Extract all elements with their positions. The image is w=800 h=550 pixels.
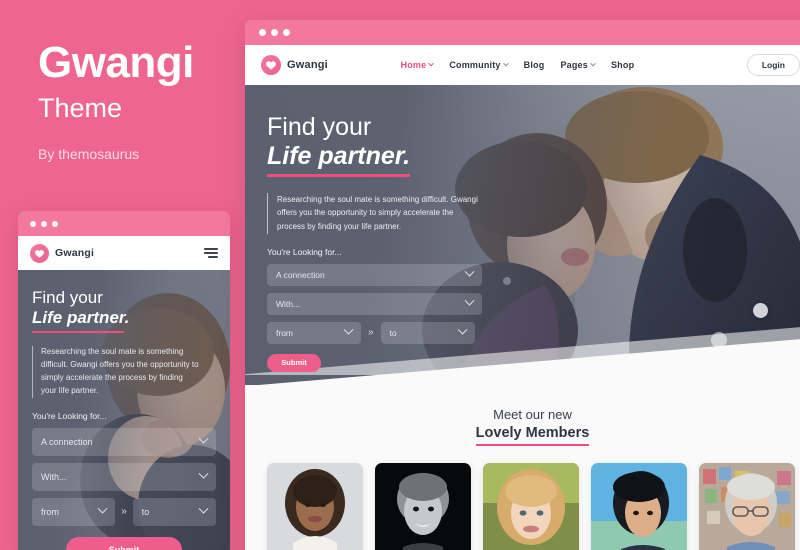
- member-card[interactable]: [699, 463, 795, 550]
- hero-title-line2: Life partner.: [32, 308, 130, 328]
- member-card[interactable]: [483, 463, 579, 550]
- nav-item-pages[interactable]: Pages: [560, 60, 596, 70]
- desktop-navbar: Gwangi Home Community Blog Pages Shop Lo…: [245, 45, 800, 85]
- mobile-logo-text: Gwangi: [55, 247, 95, 259]
- promo-subtitle: Theme: [38, 93, 123, 124]
- nav-item-shop[interactable]: Shop: [611, 60, 634, 70]
- member-photo: [483, 463, 579, 550]
- member-photo: [591, 463, 687, 550]
- mobile-hero-content: Find your Life partner. Researching the …: [18, 270, 230, 550]
- connection-select[interactable]: A connection: [267, 263, 482, 286]
- nav-item-community-label: Community: [449, 60, 501, 70]
- desktop-hero-content: Find your Life partner. Researching the …: [245, 85, 800, 372]
- hero-form-label: You're Looking for...: [267, 246, 342, 257]
- members-heading: Meet our new Lovely Members: [245, 385, 800, 446]
- desktop-preview-window: Gwangi Home Community Blog Pages Shop Lo…: [245, 20, 800, 550]
- nav-item-blog-label: Blog: [523, 60, 545, 70]
- connection-select-value: A connection: [41, 436, 93, 447]
- hero-paragraph: Researching the soul mate is something d…: [267, 192, 482, 234]
- desktop-logo-text: Gwangi: [287, 59, 328, 71]
- member-card[interactable]: [591, 463, 687, 550]
- login-button[interactable]: Login: [746, 54, 800, 76]
- age-to-value: to: [389, 327, 397, 338]
- chevron-down-icon: [198, 469, 209, 480]
- range-separator-icon: »: [368, 327, 374, 339]
- nav-item-community[interactable]: Community: [449, 60, 509, 70]
- with-select-value: With...: [41, 471, 67, 482]
- mobile-preview-window: Gwangi Find your Life partner. Researchi…: [18, 211, 230, 550]
- desktop-hero: Find your Life partner. Researching the …: [245, 85, 800, 385]
- with-select[interactable]: With...: [267, 292, 482, 315]
- nav-item-home-label: Home: [400, 60, 427, 70]
- chevron-down-icon: [198, 434, 209, 445]
- nav-item-blog[interactable]: Blog: [524, 60, 545, 70]
- page-title: Gwangi: [38, 38, 194, 87]
- main-nav: Home Community Blog Pages Shop: [401, 60, 635, 70]
- hero-paragraph: Researching the soul mate is something d…: [32, 346, 200, 398]
- chevron-down-icon: [198, 504, 209, 515]
- heart-icon: [30, 243, 49, 263]
- member-card[interactable]: [267, 463, 363, 550]
- screenshot-stage: Gwangi Theme By themosaurus Gwangi Find …: [0, 0, 800, 550]
- age-from-value: from: [276, 327, 293, 338]
- chevron-down-icon: [457, 324, 468, 335]
- age-from-value: from: [41, 506, 59, 517]
- member-photo: [699, 463, 795, 550]
- chevron-down-icon: [590, 60, 596, 67]
- heart-icon: [261, 55, 281, 75]
- hero-title-line1: Find your: [32, 288, 103, 307]
- window-dot-maximize[interactable]: [52, 220, 58, 227]
- age-from-select[interactable]: from: [267, 321, 361, 344]
- mobile-titlebar: [18, 211, 230, 236]
- desktop-titlebar: [245, 20, 800, 45]
- promo-byline: By themosaurus: [38, 145, 140, 162]
- submit-button[interactable]: Submit: [267, 353, 321, 372]
- with-select-value: With...: [276, 298, 301, 309]
- hero-form-label: You're Looking for...: [32, 410, 107, 421]
- chevron-down-icon: [343, 324, 354, 335]
- members-heading-line2: Lovely Members: [475, 425, 590, 446]
- window-dot-close[interactable]: [259, 29, 266, 36]
- hero-title-line1: Find your: [267, 113, 372, 141]
- hero-title-underline: [32, 331, 124, 334]
- age-range-row: from » to: [267, 321, 800, 344]
- members-heading-line1: Meet our new: [493, 407, 572, 422]
- connection-select-value: A connection: [276, 269, 325, 280]
- promo-block: Gwangi Theme By themosaurus: [38, 38, 248, 162]
- range-separator-icon: »: [121, 506, 127, 518]
- hamburger-icon[interactable]: [204, 248, 218, 258]
- mobile-hero: Find your Life partner. Researching the …: [18, 270, 230, 550]
- age-range-row: from » to: [32, 497, 216, 526]
- hero-title-underline: [267, 174, 410, 177]
- chevron-down-icon: [428, 60, 435, 67]
- nav-item-home[interactable]: Home: [400, 60, 435, 70]
- chevron-down-icon: [502, 60, 509, 67]
- chevron-down-icon: [464, 295, 475, 306]
- window-dot-close[interactable]: [30, 220, 36, 227]
- with-select[interactable]: With...: [32, 462, 216, 491]
- member-card[interactable]: [375, 463, 471, 550]
- members-card-list: [245, 446, 800, 550]
- mobile-navbar: Gwangi: [18, 236, 230, 270]
- member-photo: [375, 463, 471, 550]
- window-dot-minimize[interactable]: [271, 29, 278, 36]
- mobile-logo[interactable]: Gwangi: [30, 243, 95, 263]
- connection-select[interactable]: A connection: [32, 427, 216, 456]
- age-from-select[interactable]: from: [32, 497, 116, 526]
- chevron-down-icon: [464, 266, 475, 277]
- age-to-value: to: [141, 506, 150, 517]
- desktop-logo[interactable]: Gwangi: [261, 55, 328, 75]
- nav-item-pages-label: Pages: [560, 60, 588, 70]
- member-photo: [267, 463, 363, 550]
- window-dot-maximize[interactable]: [283, 29, 290, 36]
- age-to-select[interactable]: to: [380, 321, 475, 344]
- window-dot-minimize[interactable]: [41, 220, 47, 227]
- members-section: Meet our new Lovely Members: [245, 385, 800, 550]
- nav-item-shop-label: Shop: [610, 60, 635, 70]
- hero-title-line2: Life partner.: [267, 142, 411, 170]
- age-to-select[interactable]: to: [132, 497, 216, 526]
- submit-button[interactable]: Submit: [66, 536, 182, 550]
- chevron-down-icon: [97, 504, 108, 515]
